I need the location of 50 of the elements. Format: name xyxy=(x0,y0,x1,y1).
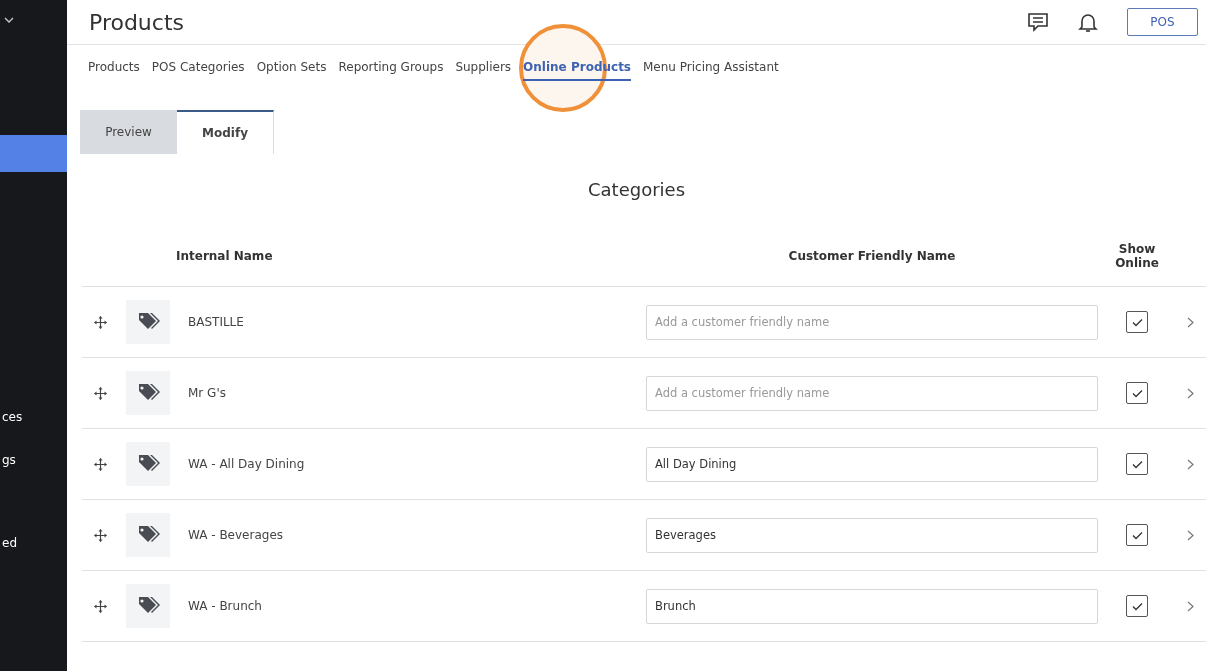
nav-tab[interactable]: Products xyxy=(88,53,140,81)
checkbox[interactable] xyxy=(1126,382,1148,404)
drag-handle-icon[interactable] xyxy=(93,528,107,542)
text-field[interactable]: Beverages xyxy=(646,517,1098,553)
nav-tab[interactable]: Menu Pricing Assistant xyxy=(643,53,779,81)
table-cell-text: Mr G's xyxy=(187,386,227,400)
drag-handle-icon[interactable] xyxy=(93,315,107,329)
text-field[interactable]: Brunch xyxy=(646,588,1098,624)
table-cell-text: WA - Beverages xyxy=(187,528,284,542)
checkbox[interactable] xyxy=(1126,595,1148,617)
view-tab[interactable]: Modify xyxy=(177,110,274,154)
chevron-right-icon[interactable] xyxy=(1186,600,1194,612)
check-icon xyxy=(1131,601,1143,611)
chevron-right-icon[interactable] xyxy=(1186,458,1194,470)
check-icon xyxy=(1131,459,1143,469)
notification-icon[interactable] xyxy=(1077,11,1099,33)
check-icon xyxy=(1131,317,1143,327)
table-cell-text: BASTILLE xyxy=(187,315,245,329)
sidebar-item[interactable]: ed xyxy=(1,535,17,550)
text-field[interactable]: All Day Dining xyxy=(646,446,1098,482)
view-tab[interactable]: Preview xyxy=(80,110,177,154)
nav-tab[interactable]: Suppliers xyxy=(455,53,512,81)
pos-button[interactable]: POS xyxy=(1127,8,1198,36)
chevron-right-icon[interactable] xyxy=(1186,387,1194,399)
chevron-right-icon[interactable] xyxy=(1186,316,1194,328)
page-title: Products xyxy=(89,9,184,35)
check-icon xyxy=(1131,530,1143,540)
drag-handle-icon[interactable] xyxy=(93,599,107,613)
sidebar-item[interactable]: gs xyxy=(1,452,16,467)
table-cell-text: WA - Brunch xyxy=(187,599,263,613)
table-cell-text: WA - All Day Dining xyxy=(187,457,306,471)
text-field[interactable]: Add a customer friendly name xyxy=(646,304,1098,340)
checkbox[interactable] xyxy=(1126,453,1148,475)
nav-tab[interactable]: Option Sets xyxy=(256,53,327,81)
message-icon[interactable] xyxy=(1027,12,1049,32)
check-icon xyxy=(1131,388,1143,398)
drag-handle-icon[interactable] xyxy=(93,386,107,400)
section-title: Categories xyxy=(587,179,686,200)
column-header: Internal Name xyxy=(176,249,274,263)
checkbox[interactable] xyxy=(1126,524,1148,546)
sidebar-item[interactable]: ces xyxy=(1,409,23,424)
column-header: Show Online xyxy=(1114,242,1160,270)
chevron-right-icon[interactable] xyxy=(1186,529,1194,541)
column-header: Customer Friendly Name xyxy=(787,249,957,263)
text-field[interactable]: Add a customer friendly name xyxy=(646,375,1098,411)
chevron-icon xyxy=(4,17,14,23)
drag-handle-icon[interactable] xyxy=(93,457,107,471)
nav-tab[interactable]: Reporting Groups xyxy=(338,53,444,81)
checkbox[interactable] xyxy=(1126,311,1148,333)
nav-tab[interactable]: POS Categories xyxy=(151,53,245,81)
